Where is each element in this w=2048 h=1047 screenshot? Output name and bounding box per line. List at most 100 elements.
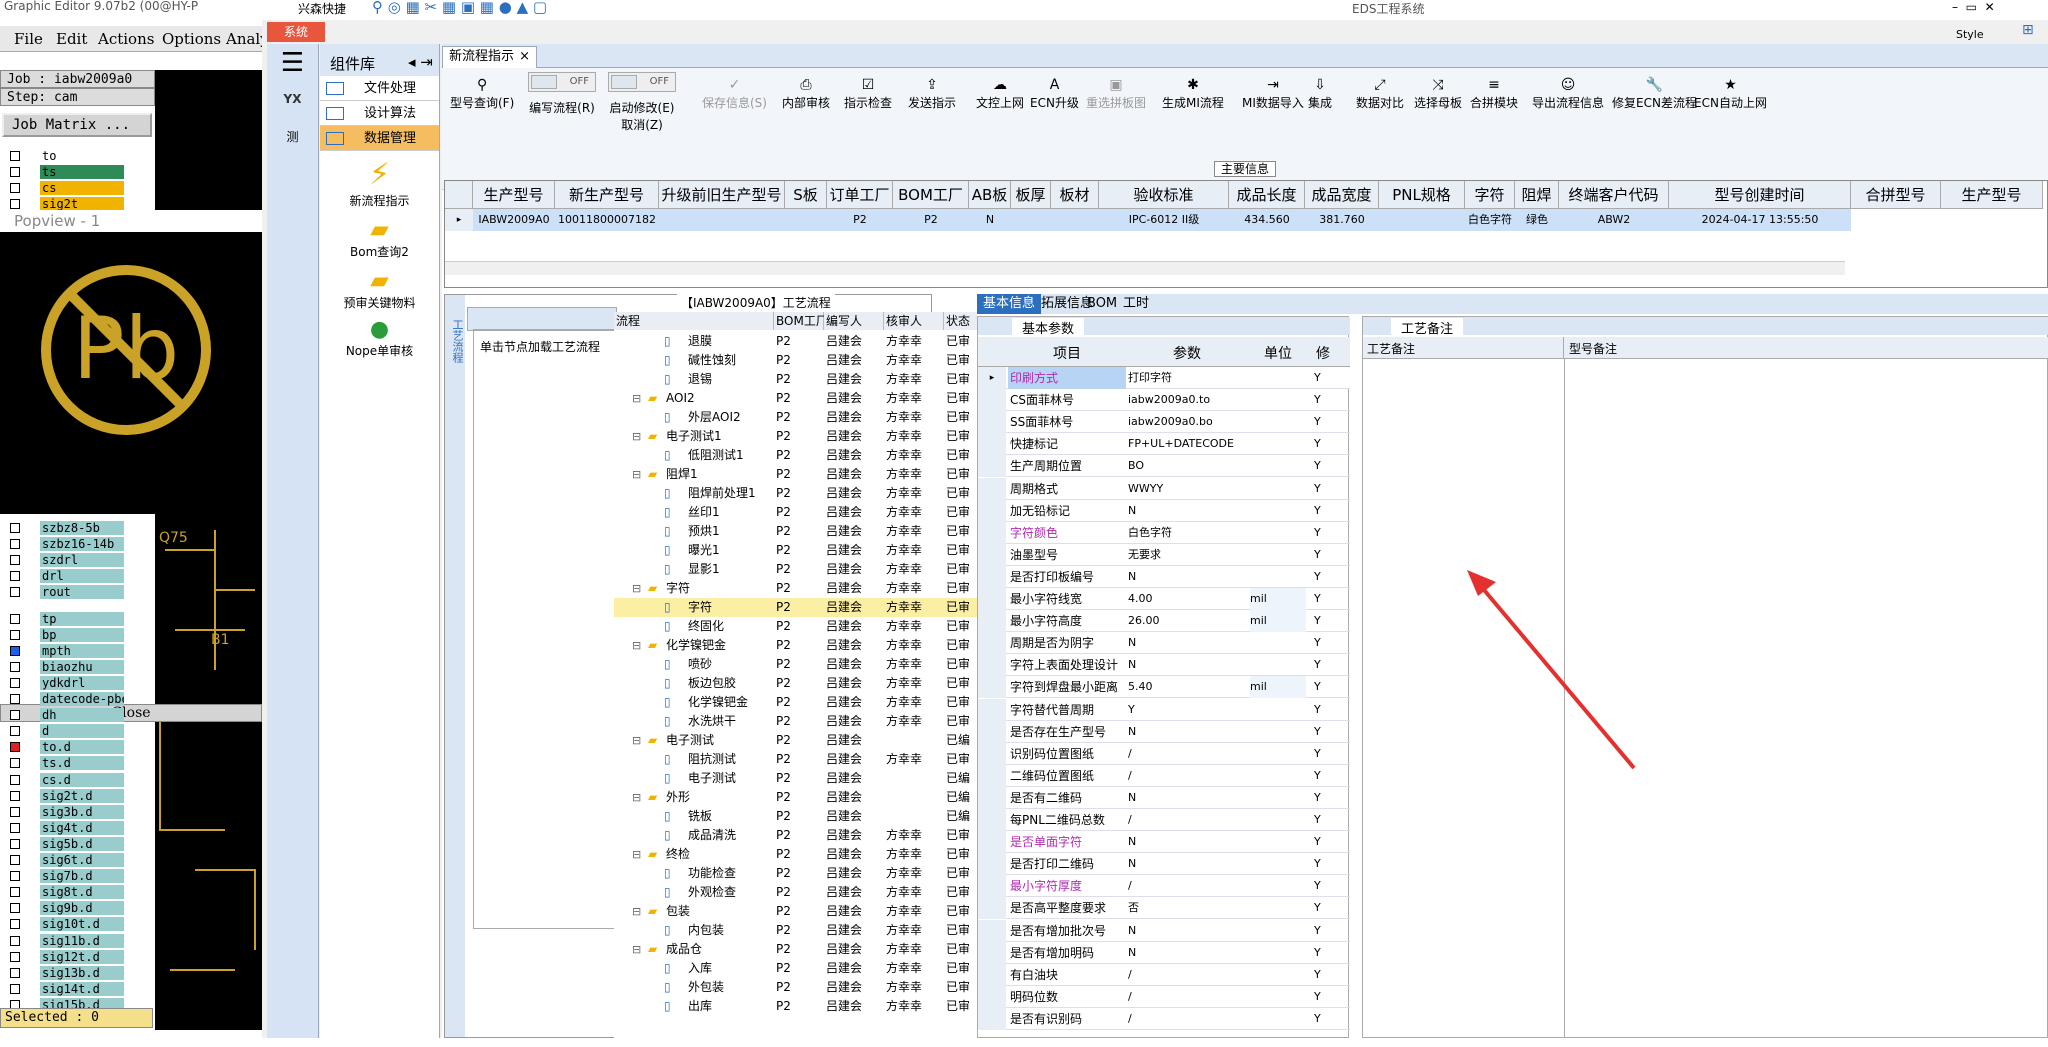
layer-checkbox[interactable] bbox=[10, 983, 20, 994]
layer-name: sig14t.d bbox=[40, 981, 124, 996]
layer-checkbox[interactable] bbox=[10, 935, 20, 946]
layer-row[interactable]: bp bbox=[0, 627, 155, 643]
calendar-icon[interactable]: 测 bbox=[267, 128, 318, 145]
layer-row[interactable]: sig7b.d bbox=[0, 868, 155, 884]
layer-checkbox[interactable] bbox=[10, 523, 20, 533]
layer-checkbox[interactable] bbox=[10, 903, 20, 914]
layer-name: bp bbox=[40, 627, 124, 642]
layer-checkbox[interactable] bbox=[10, 774, 20, 785]
layer-checkbox[interactable] bbox=[10, 758, 20, 769]
layer-row[interactable]: sig2t.d bbox=[0, 788, 155, 804]
layer-row[interactable]: szbz16-14b bbox=[0, 536, 155, 552]
layer-row[interactable]: cs.d bbox=[0, 772, 155, 788]
window-controls[interactable]: – ▭ ✕ bbox=[1952, 0, 1995, 14]
bom-query-shortcut[interactable]: ▰ Bom查询2 bbox=[320, 215, 439, 260]
layer-checkbox[interactable] bbox=[10, 677, 20, 688]
layer-checkbox[interactable] bbox=[10, 806, 20, 817]
menu-options[interactable]: Options bbox=[162, 30, 221, 48]
layer-checkbox[interactable] bbox=[10, 887, 20, 898]
layer-row[interactable]: ydkdrl bbox=[0, 675, 155, 691]
layer-checkbox[interactable] bbox=[10, 555, 20, 566]
layer-name: szdrl bbox=[40, 553, 124, 568]
layer-checkbox[interactable] bbox=[10, 587, 20, 598]
comp-item-file[interactable]: 文件处理 bbox=[320, 76, 439, 101]
layer-checkbox[interactable] bbox=[10, 710, 20, 721]
layer-checkbox[interactable] bbox=[10, 967, 20, 978]
layer-row[interactable]: biaozhu bbox=[0, 659, 155, 675]
folder-icon: ▰ bbox=[370, 215, 389, 243]
layer-row[interactable]: sig4t.d bbox=[0, 820, 155, 836]
layer-checkbox[interactable] bbox=[10, 645, 20, 656]
layer-row[interactable]: sig14t.d bbox=[0, 981, 155, 997]
layer-row[interactable]: datecode-pbe bbox=[0, 691, 155, 707]
layer-row[interactable]: sig13b.d bbox=[0, 965, 155, 981]
job-matrix-button[interactable]: Job Matrix ... bbox=[2, 113, 152, 137]
layer-row[interactable]: sig6t.d bbox=[0, 852, 155, 868]
layer-row[interactable]: to bbox=[0, 148, 155, 164]
menu-actions[interactable]: Actions bbox=[98, 30, 154, 48]
layer-row[interactable]: szbz8-5b bbox=[0, 520, 155, 536]
step-name: Step: cam bbox=[0, 88, 155, 106]
layer-row[interactable]: to.d bbox=[0, 739, 155, 755]
style-menu[interactable]: Style bbox=[1956, 28, 1984, 41]
window-title: EDS工程系统 bbox=[1352, 2, 1425, 16]
layer-checkbox[interactable] bbox=[10, 571, 20, 582]
layer-row[interactable]: ts.d bbox=[0, 755, 155, 771]
new-flow-shortcut[interactable]: ⚡ 新流程指示 bbox=[320, 157, 439, 209]
layer-row[interactable]: rout bbox=[0, 584, 155, 600]
layer-row[interactable]: ts bbox=[0, 164, 155, 180]
layer-row[interactable]: mpth bbox=[0, 643, 155, 659]
layer-checkbox[interactable] bbox=[10, 742, 20, 753]
layer-checkbox[interactable] bbox=[10, 629, 20, 640]
menu-icon[interactable]: ☰ bbox=[267, 48, 318, 78]
list-icon bbox=[326, 132, 344, 145]
layer-name: sig9b.d bbox=[40, 901, 124, 916]
menu-file[interactable]: File bbox=[14, 30, 43, 48]
layer-checkbox[interactable] bbox=[10, 822, 20, 833]
layer-row[interactable]: sig11b.d bbox=[0, 933, 155, 949]
layer-row[interactable]: cs bbox=[0, 180, 155, 196]
system-tab[interactable]: 系统 bbox=[267, 22, 325, 42]
layer-checkbox[interactable] bbox=[10, 726, 20, 737]
menu-analysis[interactable]: Analy bbox=[226, 30, 262, 48]
layer-name: sig7b.d bbox=[40, 869, 124, 884]
component-library-header: 组件库 ◂ ⇥ bbox=[320, 44, 439, 76]
yx-icon[interactable]: YX bbox=[267, 92, 318, 106]
layer-name: sig2t.d bbox=[40, 788, 124, 803]
layer-row[interactable]: drl bbox=[0, 568, 155, 584]
layer-row[interactable]: sig12t.d bbox=[0, 949, 155, 965]
job-info: Job : iabw2009a0 Step: cam bbox=[0, 70, 155, 106]
lead-free-pb-icon: Pb bbox=[41, 265, 211, 435]
nope-review-shortcut[interactable]: ● Nope单审核 bbox=[320, 317, 439, 359]
layer-row[interactable]: sig10t.d bbox=[0, 916, 155, 932]
layer-checkbox[interactable] bbox=[10, 838, 20, 849]
layer-checkbox[interactable] bbox=[10, 661, 20, 672]
layer-row[interactable]: tp bbox=[0, 611, 155, 627]
layer-checkbox[interactable] bbox=[10, 855, 20, 865]
layer-row[interactable]: dh bbox=[0, 707, 155, 723]
eds-app: 兴森快捷 ⚲ ◎ ▦ ✂ ▦ ▣ ▦ ● ▲ ▢ EDS工程系统 – ▭ ✕ S… bbox=[262, 0, 2048, 1038]
layer-checkbox[interactable] bbox=[10, 613, 20, 624]
layer-row[interactable]: d bbox=[0, 723, 155, 739]
layer-name: szbz8-5b bbox=[40, 521, 124, 535]
layer-checkbox[interactable] bbox=[10, 871, 20, 882]
layer-checkbox[interactable] bbox=[10, 951, 20, 962]
layer-name: datecode-pbe bbox=[40, 692, 124, 706]
layer-row[interactable]: szdrl bbox=[0, 552, 155, 568]
collapse-icon[interactable]: ◂ ⇥ bbox=[408, 53, 433, 71]
layer-row[interactable]: sig9b.d bbox=[0, 900, 155, 916]
workspace: 新流程指示 × ⚲ 型号查询(F) OFF 编写流程(R) OFF 启动修改(E) 取消(Z)… bbox=[442, 44, 2048, 1038]
layer-checkbox[interactable] bbox=[10, 919, 20, 930]
menu-edit[interactable]: Edit bbox=[56, 30, 87, 48]
toolbar-quick-icons[interactable]: ⚲ ◎ ▦ ✂ ▦ ▣ ▦ ● ▲ ▢ bbox=[372, 0, 547, 16]
layer-row[interactable]: sig8t.d bbox=[0, 884, 155, 900]
comp-item-algorithm[interactable]: 设计算法 bbox=[320, 101, 439, 126]
layer-checkbox[interactable] bbox=[10, 539, 20, 550]
layer-checkbox[interactable] bbox=[10, 790, 20, 801]
layer-checkbox[interactable] bbox=[10, 694, 20, 704]
layer-row[interactable]: sig3b.d bbox=[0, 804, 155, 820]
layer-row[interactable]: sig5b.d bbox=[0, 836, 155, 852]
comp-item-data[interactable]: 数据管理 bbox=[320, 126, 439, 151]
material-shortcut[interactable]: ▰ 预审关键物料 bbox=[320, 266, 439, 311]
layer-name: sig11b.d bbox=[40, 933, 124, 948]
